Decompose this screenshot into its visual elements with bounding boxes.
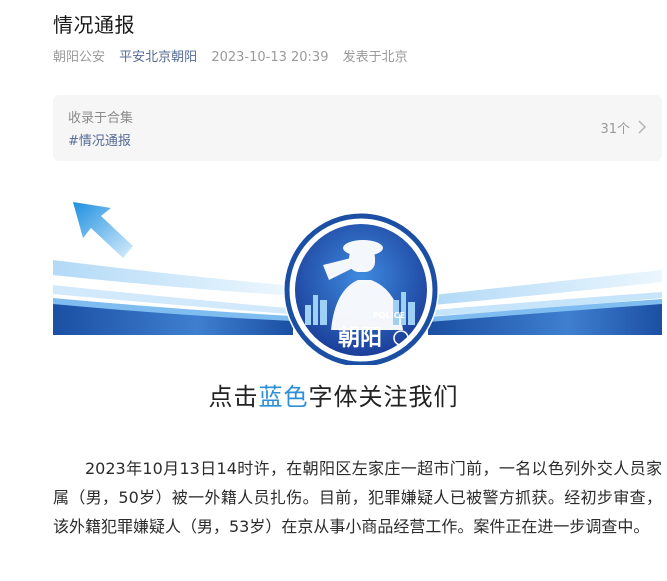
chevron-right-icon <box>638 120 647 134</box>
arrow-icon <box>73 202 133 258</box>
article-meta: 朝阳公安 平安北京朝阳 2023-10-13 20:39 发表于北京 <box>53 46 418 65</box>
follow-prefix: 点击 <box>208 383 259 411</box>
publish-time: 2023-10-13 20:39 <box>211 50 329 65</box>
logo-sub: POLICE <box>373 311 405 320</box>
logo-text: 朝阳 <box>338 325 382 351</box>
collection-card[interactable]: 收录于合集 #情况通报 31个 <box>53 95 662 161</box>
collection-count: 31个 <box>600 122 630 137</box>
author-link[interactable]: 平安北京朝阳 <box>119 50 197 65</box>
follow-suffix: 字体关注我们 <box>308 383 459 411</box>
follow-prompt: 点击蓝色字体关注我们 <box>0 377 667 412</box>
collection-tag[interactable]: #情况通报 <box>68 130 131 149</box>
article-body: 2023年10月13日14时许，在朝阳区左家庄一超市门前，一名以色列外交人员家属… <box>53 459 662 536</box>
banner-image: 朝阳 POLICE <box>53 202 662 365</box>
publish-location: 发表于北京 <box>342 50 408 65</box>
account-name: 朝阳公安 <box>53 50 106 65</box>
article-title: 情况通报 <box>53 13 135 37</box>
police-logo: 朝阳 POLICE <box>283 212 439 365</box>
collection-label: 收录于合集 <box>68 111 134 126</box>
follow-highlight[interactable]: 蓝色 <box>259 383 309 411</box>
